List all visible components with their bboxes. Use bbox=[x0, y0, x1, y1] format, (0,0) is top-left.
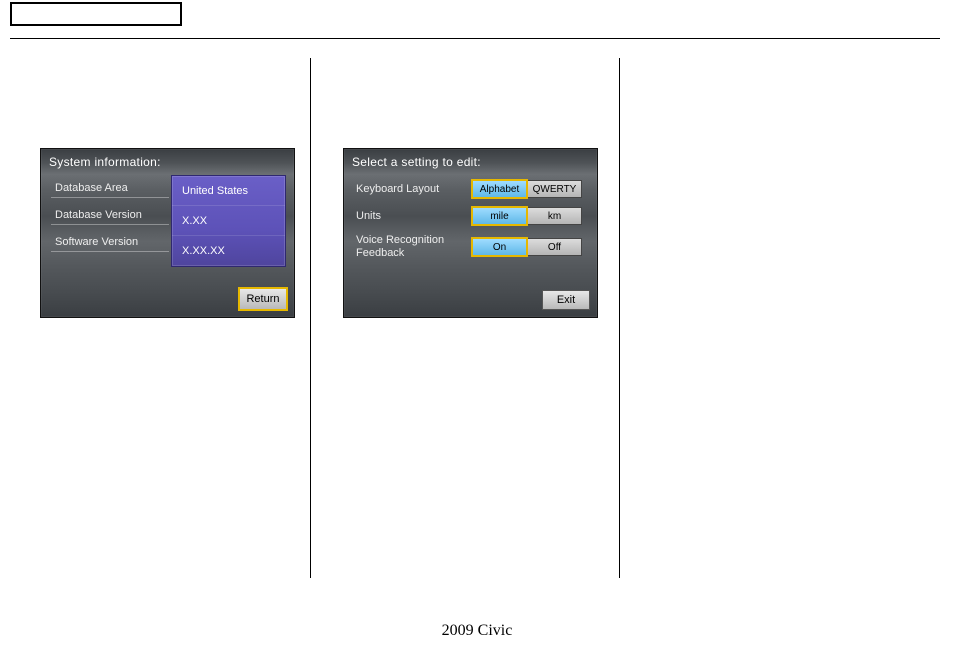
voice-option-group: On Off bbox=[472, 238, 582, 256]
voice-option-on[interactable]: On bbox=[472, 238, 527, 256]
setting-row-voice: Voice Recognition Feedback On Off bbox=[354, 232, 587, 262]
columns-container: System information: Database Area Databa… bbox=[10, 58, 940, 578]
footer-text: 2009 Civic bbox=[0, 622, 954, 640]
keyboard-option-group: Alphabet QWERTY bbox=[472, 180, 582, 198]
info-values-block: United States X.XX X.XX.XX bbox=[171, 175, 286, 267]
info-label-software-version: Software Version bbox=[51, 232, 169, 252]
units-option-km[interactable]: km bbox=[527, 207, 582, 225]
info-value-software-version: X.XX.XX bbox=[172, 236, 285, 266]
setting-label-units: Units bbox=[354, 210, 472, 223]
keyboard-option-alphabet[interactable]: Alphabet bbox=[472, 180, 527, 198]
horizontal-rule bbox=[10, 38, 940, 39]
exit-button[interactable]: Exit bbox=[542, 290, 590, 310]
keyboard-option-qwerty[interactable]: QWERTY bbox=[527, 180, 582, 198]
settings-title: Select a setting to edit: bbox=[344, 149, 597, 173]
system-info-panel: System information: Database Area Databa… bbox=[40, 148, 295, 318]
column-3 bbox=[620, 58, 930, 578]
setting-label-keyboard: Keyboard Layout bbox=[354, 183, 472, 196]
column-1: System information: Database Area Databa… bbox=[10, 58, 310, 578]
voice-option-off[interactable]: Off bbox=[527, 238, 582, 256]
info-value-database-area: United States bbox=[172, 176, 285, 206]
units-option-group: mile km bbox=[472, 207, 582, 225]
setting-label-voice: Voice Recognition Feedback bbox=[354, 234, 472, 260]
return-button[interactable]: Return bbox=[239, 288, 287, 310]
info-value-database-version: X.XX bbox=[172, 206, 285, 236]
setting-row-units: Units mile km bbox=[354, 205, 587, 227]
units-option-mile[interactable]: mile bbox=[472, 207, 527, 225]
settings-panel: Select a setting to edit: Keyboard Layou… bbox=[343, 148, 598, 318]
system-info-title: System information: bbox=[41, 149, 294, 173]
info-label-database-version: Database Version bbox=[51, 205, 169, 225]
setting-row-keyboard: Keyboard Layout Alphabet QWERTY bbox=[354, 178, 587, 200]
top-empty-box bbox=[10, 2, 182, 26]
column-2: Select a setting to edit: Keyboard Layou… bbox=[310, 58, 620, 578]
info-label-database-area: Database Area bbox=[51, 178, 169, 198]
